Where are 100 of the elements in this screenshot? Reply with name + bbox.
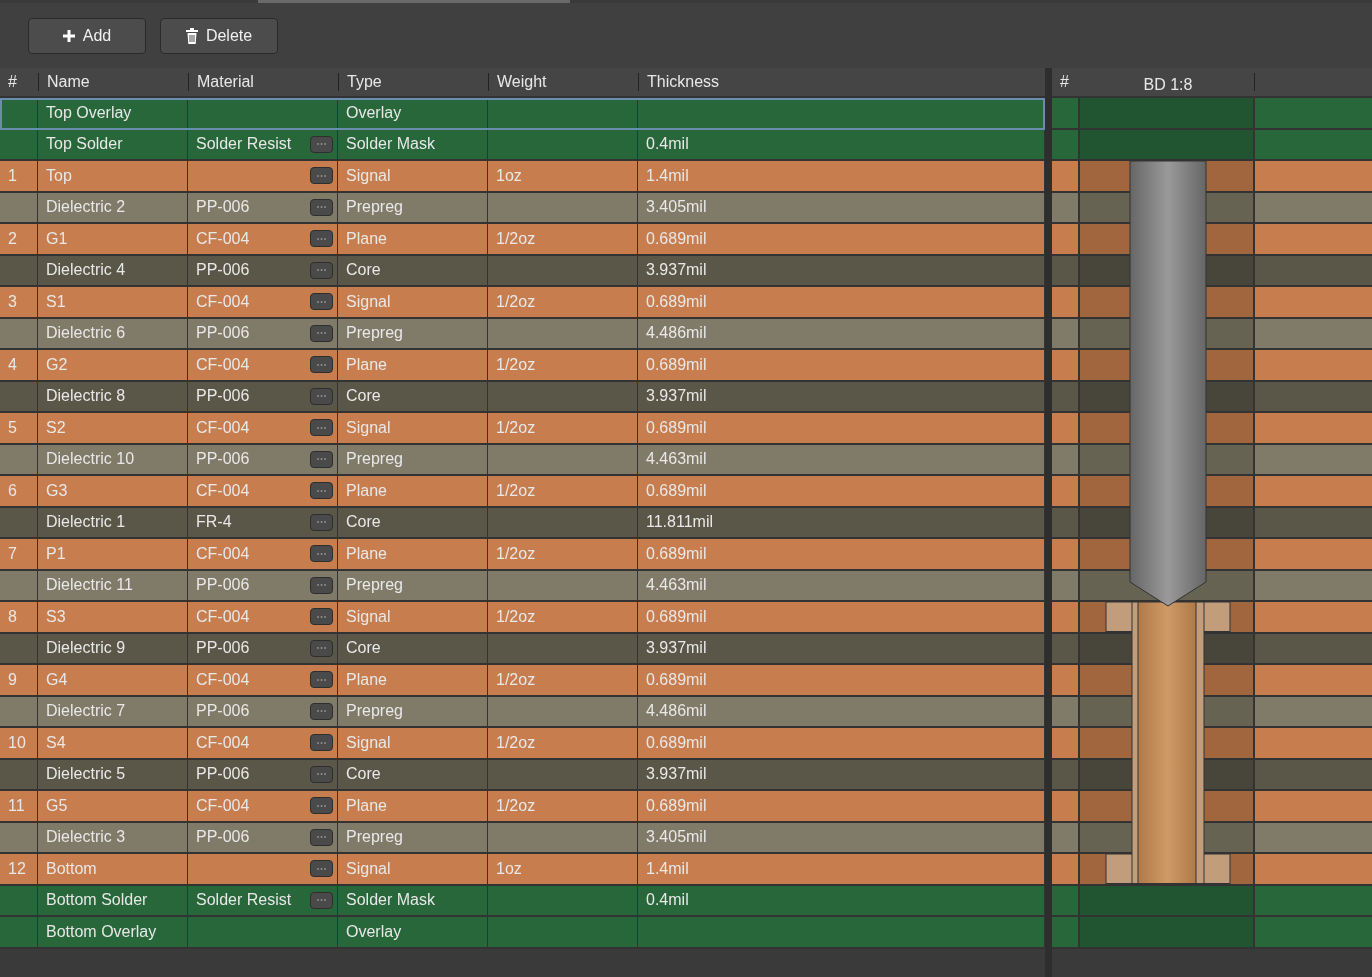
ellipsis-button[interactable] xyxy=(310,261,333,279)
add-button[interactable]: Add xyxy=(28,17,146,54)
layer-type: Core xyxy=(346,638,381,659)
layer-row[interactable]: Dielectric 5 PP-006 Core 3.937mil xyxy=(0,759,1045,791)
layer-type: Core xyxy=(346,512,381,533)
layer-thickness: 3.937mil xyxy=(646,386,707,407)
layer-name: P1 xyxy=(46,543,66,564)
layer-type: Plane xyxy=(346,669,387,690)
layer-thickness: 0.689mil xyxy=(646,354,707,375)
material-text: PP-006 xyxy=(196,764,250,785)
layer-name: S4 xyxy=(46,732,66,753)
layer-row[interactable]: 12 Bottom Signal 1oz 1.4mil xyxy=(0,854,1045,886)
layer-row[interactable]: Dielectric 4 PP-006 Core 3.937mil xyxy=(0,255,1045,287)
layer-row[interactable]: Top Solder Solder Resist Solder Mask 0.4mil xyxy=(0,129,1045,161)
layer-row[interactable]: Dielectric 7 PP-006 Prepreg 4.486mil xyxy=(0,696,1045,728)
material-text: CF-004 xyxy=(196,228,250,249)
ellipsis-button[interactable] xyxy=(310,419,333,437)
more-icon xyxy=(317,678,326,681)
more-icon xyxy=(317,174,326,177)
material-text: CF-004 xyxy=(196,354,250,375)
layer-name: Dielectric 6 xyxy=(46,323,126,344)
ellipsis-button[interactable] xyxy=(310,891,333,909)
layer-row[interactable]: 10 S4 CF-004 Signal 1/2oz 0.689mil xyxy=(0,728,1045,760)
ellipsis-button[interactable] xyxy=(310,135,333,153)
layer-type: Signal xyxy=(346,606,391,627)
layer-name: Top Overlay xyxy=(46,102,132,123)
layer-row[interactable]: 1 Top Signal 1oz 1.4mil xyxy=(0,161,1045,193)
layer-name: G4 xyxy=(46,669,68,690)
ellipsis-button[interactable] xyxy=(310,293,333,311)
more-icon xyxy=(317,206,326,209)
layer-weight: 1/2oz xyxy=(496,354,536,375)
layer-type: Plane xyxy=(346,354,387,375)
ellipsis-button[interactable] xyxy=(310,608,333,626)
ellipsis-button[interactable] xyxy=(310,356,333,374)
layer-thickness: 4.463mil xyxy=(646,575,707,596)
layer-row[interactable]: 4 G2 CF-004 Plane 1/2oz 0.689mil xyxy=(0,350,1045,382)
layer-thickness: 1.4mil xyxy=(646,858,689,879)
layer-row[interactable]: 9 G4 CF-004 Plane 1/2oz 0.689mil xyxy=(0,665,1045,697)
more-icon xyxy=(317,521,326,524)
more-icon xyxy=(317,426,326,429)
layer-name: S3 xyxy=(46,606,66,627)
more-icon xyxy=(317,899,326,902)
layer-name: Dielectric 7 xyxy=(46,701,126,722)
column-header: # xyxy=(1060,73,1069,90)
ellipsis-button[interactable] xyxy=(310,198,333,216)
material-text: CF-004 xyxy=(196,543,250,564)
layer-row[interactable]: 11 G5 CF-004 Plane 1/2oz 0.689mil xyxy=(0,791,1045,823)
layer-row[interactable]: Dielectric 3 PP-006 Prepreg 3.405mil xyxy=(0,822,1045,854)
layer-row[interactable]: 3 S1 CF-004 Signal 1/2oz 0.689mil xyxy=(0,287,1045,319)
ellipsis-button[interactable] xyxy=(310,671,333,689)
layer-row[interactable]: Bottom Solder Solder Resist Solder Mask 0.4mil xyxy=(0,885,1045,917)
layer-row[interactable]: 8 S3 CF-004 Signal 1/2oz 0.689mil xyxy=(0,602,1045,634)
layer-row[interactable]: Bottom Overlay Overlay xyxy=(0,917,1045,949)
more-icon xyxy=(317,804,326,807)
ellipsis-button[interactable] xyxy=(310,167,333,185)
ellipsis-button[interactable] xyxy=(310,513,333,531)
material-text: CF-004 xyxy=(196,480,250,501)
ellipsis-button[interactable] xyxy=(310,860,333,878)
layer-name: G1 xyxy=(46,228,68,249)
layer-name: G3 xyxy=(46,480,68,501)
ellipsis-button[interactable] xyxy=(310,765,333,783)
layer-thickness: 0.689mil xyxy=(646,606,707,627)
layer-weight: 1/2oz xyxy=(496,480,536,501)
layer-thickness: 0.689mil xyxy=(646,228,707,249)
ellipsis-button[interactable] xyxy=(310,545,333,563)
layer-row[interactable]: Dielectric 8 PP-006 Core 3.937mil xyxy=(0,381,1045,413)
layer-thickness: 0.4mil xyxy=(646,890,689,911)
delete-button[interactable]: Delete xyxy=(160,17,278,54)
ellipsis-button[interactable] xyxy=(310,734,333,752)
layer-type: Prepreg xyxy=(346,575,403,596)
layer-row[interactable]: Dielectric 11 PP-006 Prepreg 4.463mil xyxy=(0,570,1045,602)
layer-row[interactable]: Dielectric 1 FR-4 Core 11.811mil xyxy=(0,507,1045,539)
layer-row[interactable]: 7 P1 CF-004 Plane 1/2oz 0.689mil xyxy=(0,539,1045,571)
layer-thickness: 3.937mil xyxy=(646,764,707,785)
layer-row[interactable]: 2 G1 CF-004 Plane 1/2oz 0.689mil xyxy=(0,224,1045,256)
ellipsis-button[interactable] xyxy=(310,828,333,846)
layer-number: 3 xyxy=(8,291,17,312)
layer-row[interactable]: Dielectric 6 PP-006 Prepreg 4.486mil xyxy=(0,318,1045,350)
layer-row[interactable]: Dielectric 2 PP-006 Prepreg 3.405mil xyxy=(0,192,1045,224)
ellipsis-button[interactable] xyxy=(310,324,333,342)
ellipsis-button[interactable] xyxy=(310,576,333,594)
layer-name: Bottom Solder xyxy=(46,890,148,911)
ellipsis-button[interactable] xyxy=(310,702,333,720)
ellipsis-button[interactable] xyxy=(310,482,333,500)
layer-row[interactable]: Dielectric 9 PP-006 Core 3.937mil xyxy=(0,633,1045,665)
layer-row[interactable]: Top Overlay Overlay xyxy=(0,98,1045,130)
layer-weight: 1/2oz xyxy=(496,417,536,438)
ellipsis-button[interactable] xyxy=(310,387,333,405)
layer-row[interactable]: 5 S2 CF-004 Signal 1/2oz 0.689mil xyxy=(0,413,1045,445)
layer-type: Prepreg xyxy=(346,701,403,722)
ellipsis-button[interactable] xyxy=(310,450,333,468)
ellipsis-button[interactable] xyxy=(310,639,333,657)
more-icon xyxy=(317,552,326,555)
layer-number: 1 xyxy=(8,165,17,186)
layer-type: Plane xyxy=(346,228,387,249)
ellipsis-button[interactable] xyxy=(310,230,333,248)
layer-row[interactable]: Dielectric 10 PP-006 Prepreg 4.463mil xyxy=(0,444,1045,476)
ellipsis-button[interactable] xyxy=(310,797,333,815)
layer-row[interactable]: 6 G3 CF-004 Plane 1/2oz 0.689mil xyxy=(0,476,1045,508)
trash-icon xyxy=(185,27,198,44)
